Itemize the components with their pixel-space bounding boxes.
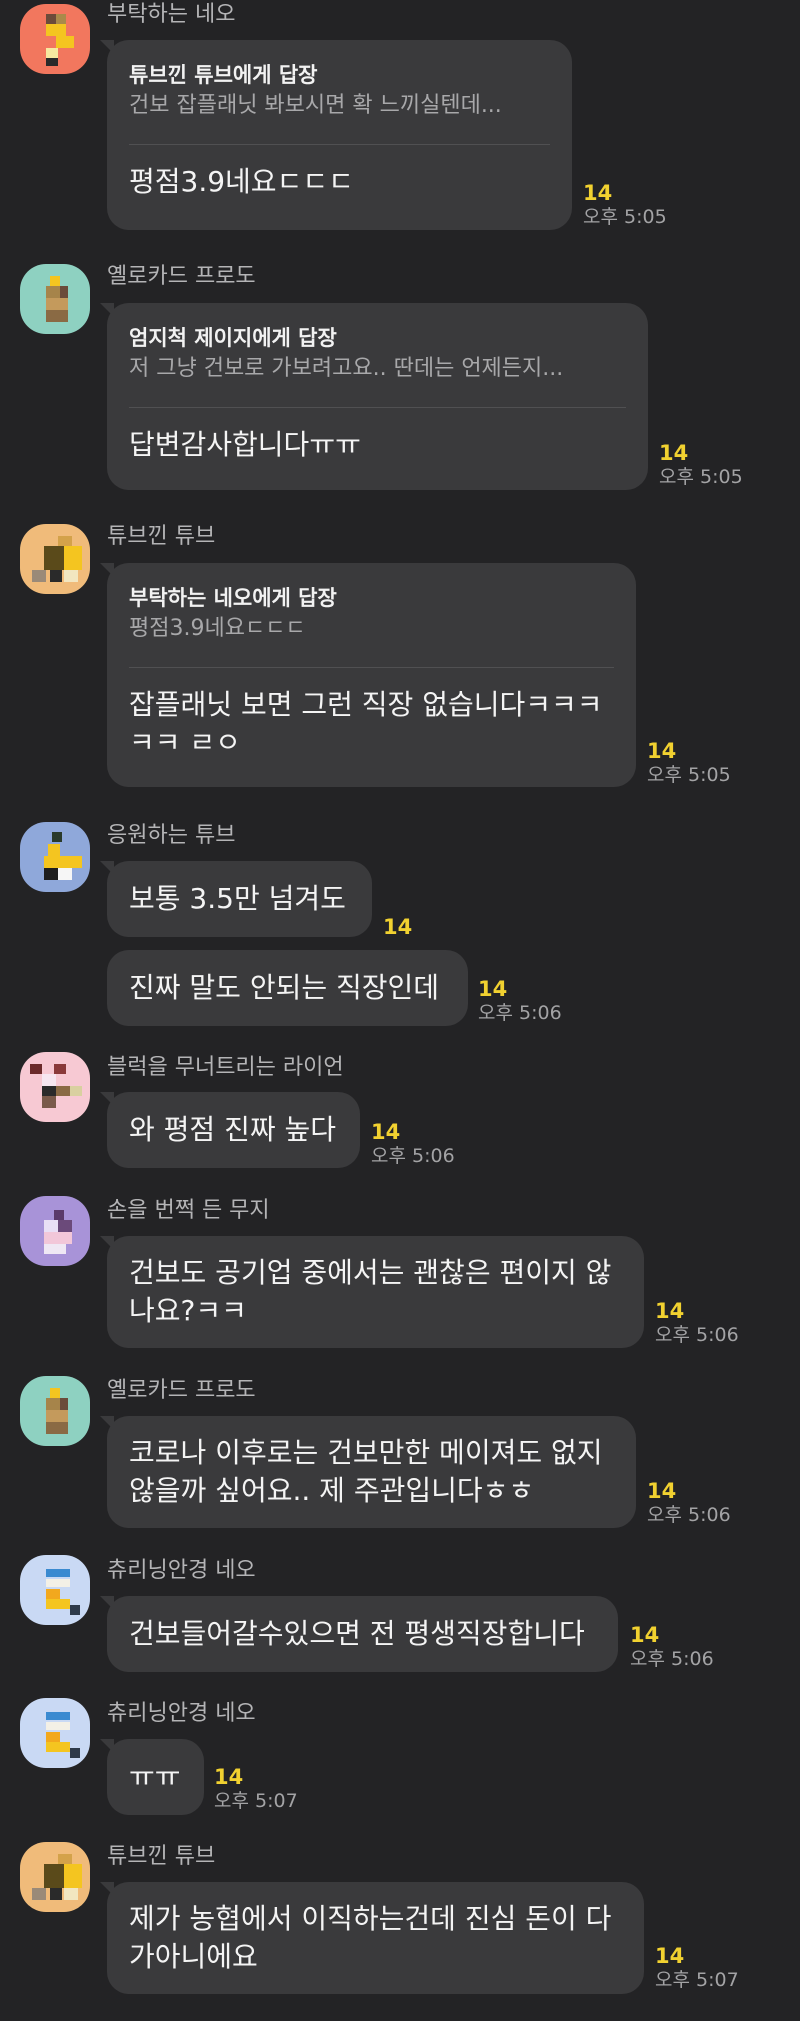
message-meta: 14 오후 5:06 <box>655 1300 739 1346</box>
timestamp: 오후 5:06 <box>647 1504 731 1526</box>
sender-name: 옐로카드 프로도 <box>107 264 256 289</box>
reply-bubble[interactable]: 엄지척 제이지에게 답장 저 그냥 건보로 가보려고요.. 딴데는 언제든지..… <box>100 303 648 490</box>
message-meta: 14 오후 5:05 <box>647 740 731 786</box>
message-meta: 14 오후 5:07 <box>214 1766 298 1812</box>
message-meta: 14 오후 5:06 <box>371 1121 455 1167</box>
timestamp: 오후 5:06 <box>655 1324 739 1346</box>
sender-name: 블럭을 무너트리는 라이언 <box>107 1055 344 1080</box>
message-bubble[interactable]: ㅠㅠ <box>100 1739 204 1815</box>
unread-count: 14 <box>214 1765 244 1789</box>
message-text: 보통 3.5만 넘겨도 <box>129 882 346 915</box>
reply-quote: 저 그냥 건보로 가보려고요.. 딴데는 언제든지... <box>129 356 564 381</box>
sender-name: 튜브낀 튜브 <box>107 1844 216 1869</box>
sender-name: 츄리닝안경 네오 <box>107 1701 256 1726</box>
timestamp: 오후 5:05 <box>659 466 743 488</box>
timestamp: 오후 5:07 <box>655 1969 739 1991</box>
unread-count: 14 <box>371 1120 401 1144</box>
unread-count: 14 <box>655 1944 685 1968</box>
avatar[interactable] <box>20 1196 90 1266</box>
message-bubble[interactable]: 보통 3.5만 넘겨도 <box>100 861 372 937</box>
reply-quote: 평점3.9네요ㄷㄷㄷ <box>129 616 306 641</box>
timestamp: 오후 5:05 <box>583 206 667 228</box>
reply-quote: 건보 잡플래닛 봐보시면 확 느끼실텐데... <box>129 93 502 118</box>
timestamp: 오후 5:07 <box>214 1790 298 1812</box>
message-meta: 14 <box>383 916 412 938</box>
avatar[interactable] <box>20 1376 90 1446</box>
message-text: 와 평점 진짜 높다 <box>129 1113 337 1146</box>
avatar[interactable] <box>20 4 90 74</box>
message-text: 평점3.9네요ㄷㄷㄷ <box>129 165 354 198</box>
avatar[interactable] <box>20 1842 90 1912</box>
sender-name: 부탁하는 네오 <box>107 2 236 27</box>
message-bubble[interactable]: 건보들어갈수있으면 전 평생직장합니다 <box>100 1596 618 1672</box>
message-meta: 14 오후 5:05 <box>659 442 743 488</box>
reply-target: 튜브낀 튜브에게 답장 <box>129 63 318 87</box>
timestamp: 오후 5:06 <box>630 1648 714 1670</box>
reply-target: 엄지척 제이지에게 답장 <box>129 326 337 350</box>
message-bubble[interactable]: 코로나 이후로는 건보만한 메이져도 없지 않을까 싶어요.. 제 주관입니다ㅎ… <box>100 1416 636 1528</box>
sender-name: 응원하는 튜브 <box>107 823 236 848</box>
timestamp: 오후 5:06 <box>478 1002 562 1024</box>
divider <box>129 667 614 668</box>
avatar[interactable] <box>20 524 90 594</box>
unread-count: 14 <box>478 977 508 1001</box>
timestamp: 오후 5:06 <box>371 1145 455 1167</box>
reply-target: 부탁하는 네오에게 답장 <box>129 586 337 610</box>
avatar[interactable] <box>20 822 90 892</box>
unread-count: 14 <box>383 915 413 939</box>
sender-name: 츄리닝안경 네오 <box>107 1558 256 1583</box>
message-text: 답변감사합니다ㅠㅠ <box>129 428 361 461</box>
unread-count: 14 <box>630 1623 660 1647</box>
message-meta: 14 오후 5:07 <box>655 1945 739 1991</box>
unread-count: 14 <box>647 1479 677 1503</box>
divider <box>129 144 550 145</box>
message-text: ㅠㅠ <box>129 1760 181 1793</box>
message-meta: 14 오후 5:06 <box>478 978 562 1024</box>
message-text: 진짜 말도 안되는 직장인데 <box>129 971 440 1004</box>
message-meta: 14 오후 5:05 <box>583 182 667 228</box>
avatar[interactable] <box>20 1052 90 1122</box>
timestamp: 오후 5:05 <box>647 764 731 786</box>
message-meta: 14 오후 5:06 <box>647 1480 731 1526</box>
message-bubble[interactable]: 진짜 말도 안되는 직장인데 <box>107 950 468 1026</box>
message-bubble[interactable]: 와 평점 진짜 높다 <box>100 1092 360 1168</box>
reply-bubble[interactable]: 부탁하는 네오에게 답장 평점3.9네요ㄷㄷㄷ 잡플래닛 보면 그런 직장 없습… <box>100 563 636 787</box>
avatar[interactable] <box>20 1555 90 1625</box>
message-meta: 14 오후 5:06 <box>630 1624 714 1670</box>
message-text: 코로나 이후로는 건보만한 메이져도 없지 않을까 싶어요.. 제 주관입니다ㅎ… <box>129 1436 603 1507</box>
message-text: 잡플래닛 보면 그런 직장 없습니다ㅋㅋㅋㅋㅋ ㄹㅇ <box>129 688 603 759</box>
message-bubble[interactable]: 제가 농협에서 이직하는건데 진심 돈이 다 가아니에요 <box>100 1882 644 1994</box>
sender-name: 옐로카드 프로도 <box>107 1378 256 1403</box>
message-bubble[interactable]: 건보도 공기업 중에서는 괜찮은 편이지 않나요?ㅋㅋ <box>100 1236 644 1348</box>
unread-count: 14 <box>655 1299 685 1323</box>
unread-count: 14 <box>659 441 689 465</box>
sender-name: 튜브낀 튜브 <box>107 524 216 549</box>
unread-count: 14 <box>583 181 613 205</box>
message-text: 건보도 공기업 중에서는 괜찮은 편이지 않나요?ㅋㅋ <box>129 1256 612 1327</box>
message-text: 제가 농협에서 이직하는건데 진심 돈이 다 가아니에요 <box>129 1902 612 1973</box>
unread-count: 14 <box>647 739 677 763</box>
sender-name: 손을 번쩍 든 무지 <box>107 1198 270 1223</box>
reply-bubble[interactable]: 튜브낀 튜브에게 답장 건보 잡플래닛 봐보시면 확 느끼실텐데... 평점3.… <box>100 40 572 230</box>
avatar[interactable] <box>20 264 90 334</box>
message-text: 건보들어갈수있으면 전 평생직장합니다 <box>129 1617 585 1650</box>
avatar[interactable] <box>20 1698 90 1768</box>
divider <box>129 407 626 408</box>
